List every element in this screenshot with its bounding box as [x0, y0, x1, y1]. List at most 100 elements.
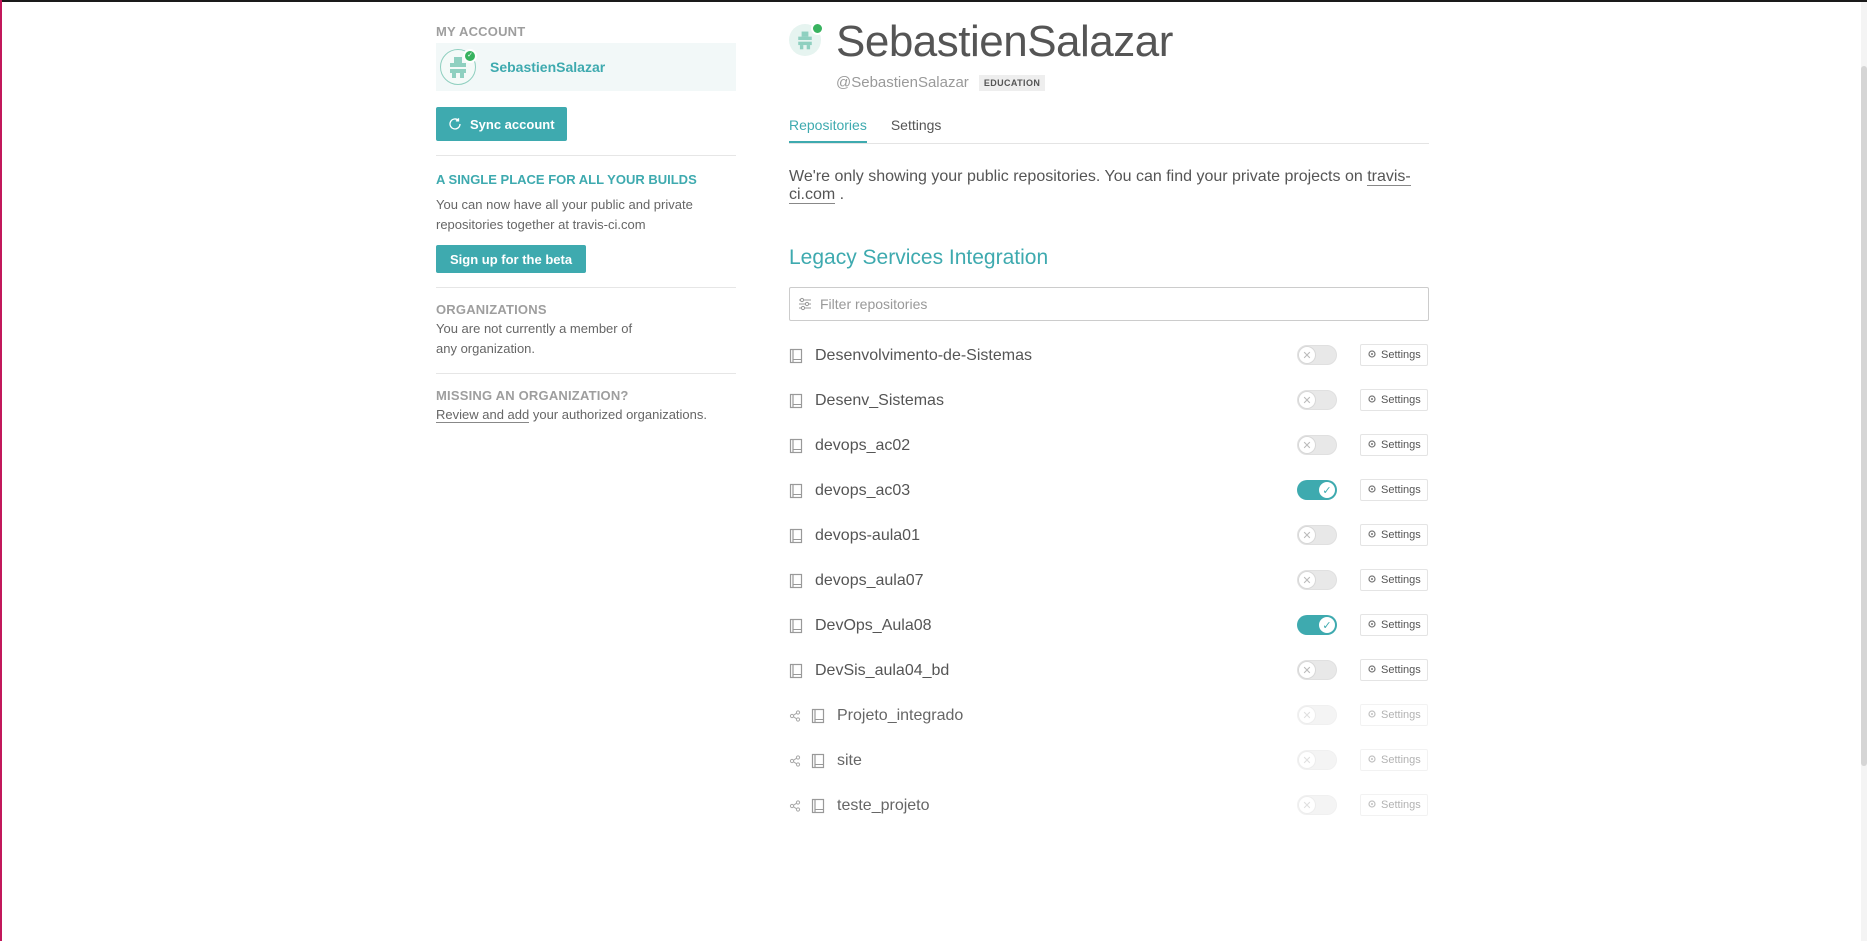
repo-name[interactable]: Projeto_integrado — [837, 707, 963, 725]
repo-row: Desenvolvimento-de-Sistemas ✕ Settings — [789, 333, 1429, 378]
repo-settings-label: Settings — [1381, 799, 1421, 811]
repo-settings-button[interactable]: Settings — [1360, 434, 1428, 456]
x-icon: ✕ — [1298, 796, 1316, 814]
repo-settings-label: Settings — [1381, 529, 1421, 541]
repo-settings-button[interactable]: Settings — [1360, 479, 1428, 501]
sync-account-button[interactable]: Sync account — [436, 107, 567, 141]
main-content: SebastienSalazar @SebastienSalazar EDUCA… — [789, 14, 1429, 828]
repo-settings-label: Settings — [1381, 349, 1421, 361]
divider — [436, 287, 736, 288]
account-item[interactable]: ✓ SebastienSalazar — [436, 43, 736, 91]
repo-settings-button[interactable]: Settings — [1360, 344, 1428, 366]
organizations-text: You are not currently a member of any or… — [436, 319, 736, 359]
sync-account-label: Sync account — [470, 116, 555, 132]
organizations-text-line-2: any organization. — [436, 341, 536, 356]
account-name[interactable]: SebastienSalazar — [490, 59, 605, 75]
filter-icon — [799, 297, 811, 311]
x-icon: ✕ — [1298, 571, 1316, 589]
repo-name[interactable]: devops_aula07 — [815, 572, 924, 590]
profile-handle-row: @SebastienSalazar EDUCATION — [836, 74, 1429, 91]
repo-activation-toggle[interactable]: ✓ — [1297, 480, 1337, 500]
scrollbar[interactable] — [1861, 2, 1867, 941]
repo-settings-label: Settings — [1381, 574, 1421, 586]
gear-icon — [1367, 529, 1381, 542]
repo-settings-button[interactable]: Settings — [1360, 524, 1428, 546]
repo-activation-toggle[interactable]: ✕ — [1297, 705, 1337, 725]
gear-icon — [1367, 754, 1381, 767]
repo-activation-toggle[interactable]: ✕ — [1297, 390, 1337, 410]
gear-icon — [1367, 619, 1381, 632]
repo-activation-toggle[interactable]: ✓ — [1297, 615, 1337, 635]
repo-settings-label: Settings — [1381, 664, 1421, 676]
repo-activation-toggle[interactable]: ✕ — [1297, 660, 1337, 680]
filter-repositories-input[interactable] — [818, 295, 1402, 313]
repo-icon — [789, 618, 805, 634]
repo-settings-button[interactable]: Settings — [1360, 749, 1428, 771]
repo-row: Projeto_integrado ✕ Settings — [789, 693, 1429, 738]
missing-org-suffix: your authorized organizations. — [529, 407, 708, 422]
promo-text: You can now have all your public and pri… — [436, 197, 693, 232]
profile-handle: @SebastienSalazar — [836, 74, 969, 91]
repo-settings-button[interactable]: Settings — [1360, 614, 1428, 636]
repo-settings-label: Settings — [1381, 394, 1421, 406]
repo-settings-button[interactable]: Settings — [1360, 794, 1428, 816]
repo-row: DevOps_Aula08 ✓ Settings — [789, 603, 1429, 648]
my-account-heading: MY ACCOUNT — [436, 24, 526, 39]
filter-box[interactable] — [789, 287, 1429, 321]
repo-icon — [789, 528, 805, 544]
gear-icon — [1367, 574, 1381, 587]
gear-icon — [1367, 394, 1381, 407]
repo-activation-toggle[interactable]: ✕ — [1297, 435, 1337, 455]
repo-row: site ✕ Settings — [789, 738, 1429, 783]
gear-icon — [1367, 664, 1381, 677]
gear-icon — [1367, 484, 1381, 497]
repo-name[interactable]: site — [837, 752, 862, 770]
check-icon: ✓ — [1318, 481, 1336, 499]
beta-signup-button[interactable]: Sign up for the beta — [436, 245, 587, 273]
repo-activation-toggle[interactable]: ✕ — [1297, 345, 1337, 365]
repo-icon — [811, 798, 827, 814]
repo-settings-label: Settings — [1381, 484, 1421, 496]
repo-name[interactable]: DevSis_aula04_bd — [815, 662, 949, 680]
repo-activation-toggle[interactable]: ✕ — [1297, 525, 1337, 545]
repo-settings-button[interactable]: Settings — [1360, 389, 1428, 411]
check-badge-icon: ✓ — [463, 49, 477, 63]
gear-icon — [1367, 349, 1381, 362]
repo-name[interactable]: Desenvolvimento-de-Sistemas — [815, 347, 1032, 365]
repo-row: teste_projeto ✕ Settings — [789, 783, 1429, 828]
x-icon: ✕ — [1298, 706, 1316, 724]
promo-title: A SINGLE PLACE FOR ALL YOUR BUILDS — [436, 172, 697, 187]
repo-activation-toggle[interactable]: ✕ — [1297, 795, 1337, 815]
missing-org-heading: MISSING AN ORGANIZATION? — [436, 388, 629, 403]
organizations-text-line-1: You are not currently a member of — [436, 321, 633, 336]
public-repos-notice: We're only showing your public repositor… — [789, 168, 1429, 204]
repo-name[interactable]: devops_ac02 — [815, 437, 910, 455]
repo-settings-button[interactable]: Settings — [1360, 704, 1428, 726]
section-title: Legacy Services Integration — [789, 246, 1049, 269]
fork-icon — [789, 754, 803, 767]
notice-suffix: . — [835, 186, 845, 203]
scrollbar-thumb[interactable] — [1861, 66, 1867, 766]
gear-icon — [1367, 439, 1381, 452]
profile-avatar — [789, 22, 824, 56]
repo-name[interactable]: DevOps_Aula08 — [815, 617, 932, 635]
repo-settings-label: Settings — [1381, 439, 1421, 451]
repo-name[interactable]: devops_ac03 — [815, 482, 910, 500]
fork-icon — [789, 799, 803, 812]
x-icon: ✕ — [1298, 346, 1316, 364]
tab-repositories[interactable]: Repositories — [789, 117, 867, 143]
repo-name[interactable]: devops-aula01 — [815, 527, 920, 545]
tab-settings[interactable]: Settings — [891, 117, 942, 143]
repo-name[interactable]: Desenv_Sistemas — [815, 392, 944, 410]
repo-icon — [789, 438, 805, 454]
repo-activation-toggle[interactable]: ✕ — [1297, 570, 1337, 590]
repo-settings-button[interactable]: Settings — [1360, 569, 1428, 591]
repo-icon — [789, 483, 805, 499]
repo-settings-button[interactable]: Settings — [1360, 659, 1428, 681]
repo-activation-toggle[interactable]: ✕ — [1297, 750, 1337, 770]
repo-name[interactable]: teste_projeto — [837, 797, 930, 815]
repo-row: devops_aula07 ✕ Settings — [789, 558, 1429, 603]
review-orgs-link[interactable]: Review and add — [436, 407, 530, 423]
check-badge-icon — [811, 22, 824, 35]
repo-icon — [789, 393, 805, 409]
